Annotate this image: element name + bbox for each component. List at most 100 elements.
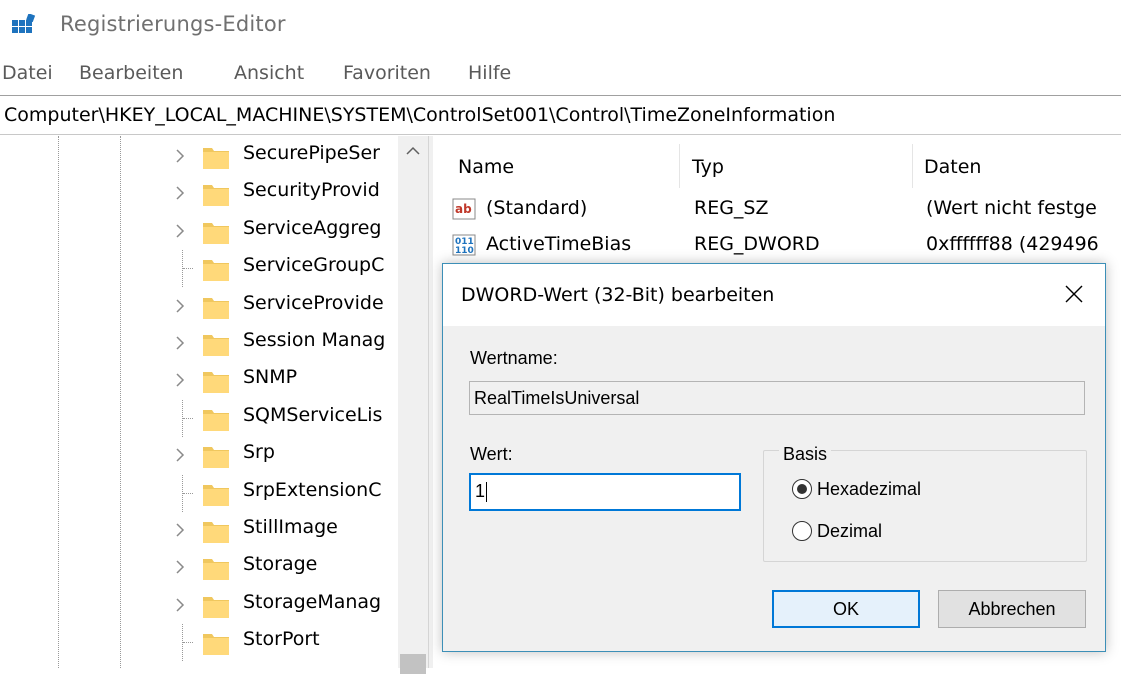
- value-data-text: 1: [475, 481, 485, 501]
- chevron-right-icon[interactable]: [172, 519, 188, 541]
- address-path[interactable]: Computer\HKEY_LOCAL_MACHINE\SYSTEM\Contr…: [4, 104, 835, 126]
- tree-item-label: Storage: [243, 553, 317, 575]
- column-type[interactable]: Typ: [692, 156, 724, 178]
- tree-item[interactable]: StorageManag: [0, 587, 400, 624]
- radio-decimal-label[interactable]: Dezimal: [817, 521, 882, 542]
- menu-file[interactable]: Datei: [2, 62, 53, 84]
- value-data-label: Wert:: [470, 444, 513, 465]
- tree-item[interactable]: SecurePipeSer: [0, 138, 400, 175]
- base-label: Basis: [779, 444, 831, 465]
- value-type: REG_DWORD: [694, 233, 820, 255]
- chevron-right-icon[interactable]: [172, 332, 188, 354]
- tree-item[interactable]: SrpExtensionC: [0, 475, 400, 512]
- chevron-right-icon[interactable]: [172, 145, 188, 167]
- value-name: (Standard): [486, 197, 587, 219]
- base-groupbox: [763, 450, 1087, 562]
- folder-icon: [202, 593, 230, 619]
- menu-edit[interactable]: Bearbeiten: [79, 62, 183, 84]
- tree-connector: [182, 400, 183, 437]
- column-separator[interactable]: [912, 144, 913, 188]
- value-row[interactable]: 011 110 ActiveTimeBias REG_DWORD 0xfffff…: [432, 230, 1121, 266]
- binary-value-icon: 011 110: [452, 233, 476, 257]
- tree-item[interactable]: SQMServiceLis: [0, 400, 400, 437]
- folder-icon: [202, 331, 230, 357]
- tree-item-label: SrpExtensionC: [243, 479, 381, 501]
- edit-dword-dialog: DWORD-Wert (32-Bit) bearbeiten Wertname:…: [442, 263, 1106, 652]
- folder-icon: [202, 443, 230, 469]
- close-icon[interactable]: [1051, 274, 1095, 314]
- value-name-label: Wertname:: [470, 348, 558, 369]
- tree-item[interactable]: Storage: [0, 549, 400, 586]
- column-name[interactable]: Name: [458, 156, 514, 178]
- folder-icon: [202, 219, 230, 245]
- radio-decimal[interactable]: [792, 521, 812, 541]
- value-row[interactable]: ab (Standard) REG_SZ (Wert nicht festge: [432, 194, 1121, 230]
- svg-text:ab: ab: [455, 202, 472, 216]
- tree-connector: [182, 624, 183, 661]
- ok-button[interactable]: OK: [772, 590, 920, 628]
- folder-icon: [202, 630, 230, 656]
- folder-icon: [202, 481, 230, 507]
- tree-item[interactable]: ServiceGroupC: [0, 250, 400, 287]
- tree-item[interactable]: StillImage: [0, 512, 400, 549]
- tree-item-label: ServiceProvide: [243, 292, 384, 314]
- chevron-right-icon[interactable]: [172, 220, 188, 242]
- key-tree: SecurePipeSer SecurityProvid ServiceAggreg…: [0, 136, 428, 668]
- folder-icon: [202, 406, 230, 432]
- tree-connector: [182, 250, 183, 287]
- tree-item[interactable]: SNMP: [0, 362, 400, 399]
- tree-item[interactable]: SecurityProvid: [0, 175, 400, 212]
- chevron-right-icon[interactable]: [172, 444, 188, 466]
- menu-favorites[interactable]: Favoriten: [343, 62, 431, 84]
- value-data-input[interactable]: 1: [469, 473, 741, 511]
- chevron-right-icon[interactable]: [172, 182, 188, 204]
- menu-help[interactable]: Hilfe: [468, 62, 511, 84]
- folder-icon: [202, 294, 230, 320]
- value-data: 0xffffff88 (429496: [926, 233, 1099, 255]
- radio-hexadecimal-label[interactable]: Hexadezimal: [817, 479, 921, 500]
- column-separator[interactable]: [679, 144, 680, 188]
- tree-scrollbar[interactable]: [398, 136, 428, 668]
- value-data: (Wert nicht festge: [926, 197, 1097, 219]
- tree-item-label: SNMP: [243, 366, 297, 388]
- value-name: ActiveTimeBias: [486, 233, 631, 255]
- tree-item-label: ServiceAggreg: [243, 217, 381, 239]
- tree-item-label: SecurityProvid: [243, 179, 380, 201]
- dialog-titlebar[interactable]: DWORD-Wert (32-Bit) bearbeiten: [443, 264, 1105, 326]
- chevron-right-icon[interactable]: [172, 295, 188, 317]
- column-data[interactable]: Daten: [924, 156, 981, 178]
- chevron-right-icon[interactable]: [172, 594, 188, 616]
- window-titlebar: Registrierungs-Editor: [0, 0, 1121, 52]
- tree-item-label: StorPort: [243, 628, 320, 650]
- tree-item-label: Srp: [243, 441, 275, 463]
- regedit-icon: [12, 14, 36, 36]
- folder-icon: [202, 518, 230, 544]
- tree-item[interactable]: Session Manag: [0, 325, 400, 362]
- chevron-right-icon[interactable]: [172, 369, 188, 391]
- tree-item[interactable]: ServiceAggreg: [0, 213, 400, 250]
- chevron-right-icon[interactable]: [172, 556, 188, 578]
- svg-text:110: 110: [455, 246, 474, 256]
- folder-icon: [202, 181, 230, 207]
- tree-item[interactable]: Srp: [0, 437, 400, 474]
- scroll-up-icon[interactable]: [398, 136, 428, 166]
- tree-item-label: StillImage: [243, 516, 338, 538]
- radio-selected-dot: [797, 484, 807, 494]
- menu-view[interactable]: Ansicht: [234, 62, 304, 84]
- tree-item-label: SQMServiceLis: [243, 404, 382, 426]
- tree-item[interactable]: ServiceProvide: [0, 288, 400, 325]
- tree-item-label: StorageManag: [243, 591, 381, 613]
- folder-icon: [202, 144, 230, 170]
- address-bar[interactable]: Computer\HKEY_LOCAL_MACHINE\SYSTEM\Contr…: [0, 95, 1121, 135]
- tree-connector: [182, 475, 183, 512]
- scroll-thumb[interactable]: [400, 654, 426, 674]
- value-name-field: RealTimeIsUniversal: [469, 381, 1085, 415]
- tree-item[interactable]: StorPort: [0, 624, 400, 661]
- tree-item[interactable]: StSec: [0, 662, 400, 668]
- cancel-button[interactable]: Abbrechen: [938, 590, 1086, 628]
- folder-icon: [202, 256, 230, 282]
- folder-icon: [202, 555, 230, 581]
- tree-item-label: Session Manag: [243, 329, 385, 351]
- string-value-icon: ab: [452, 197, 476, 221]
- radio-hexadecimal[interactable]: [792, 479, 812, 499]
